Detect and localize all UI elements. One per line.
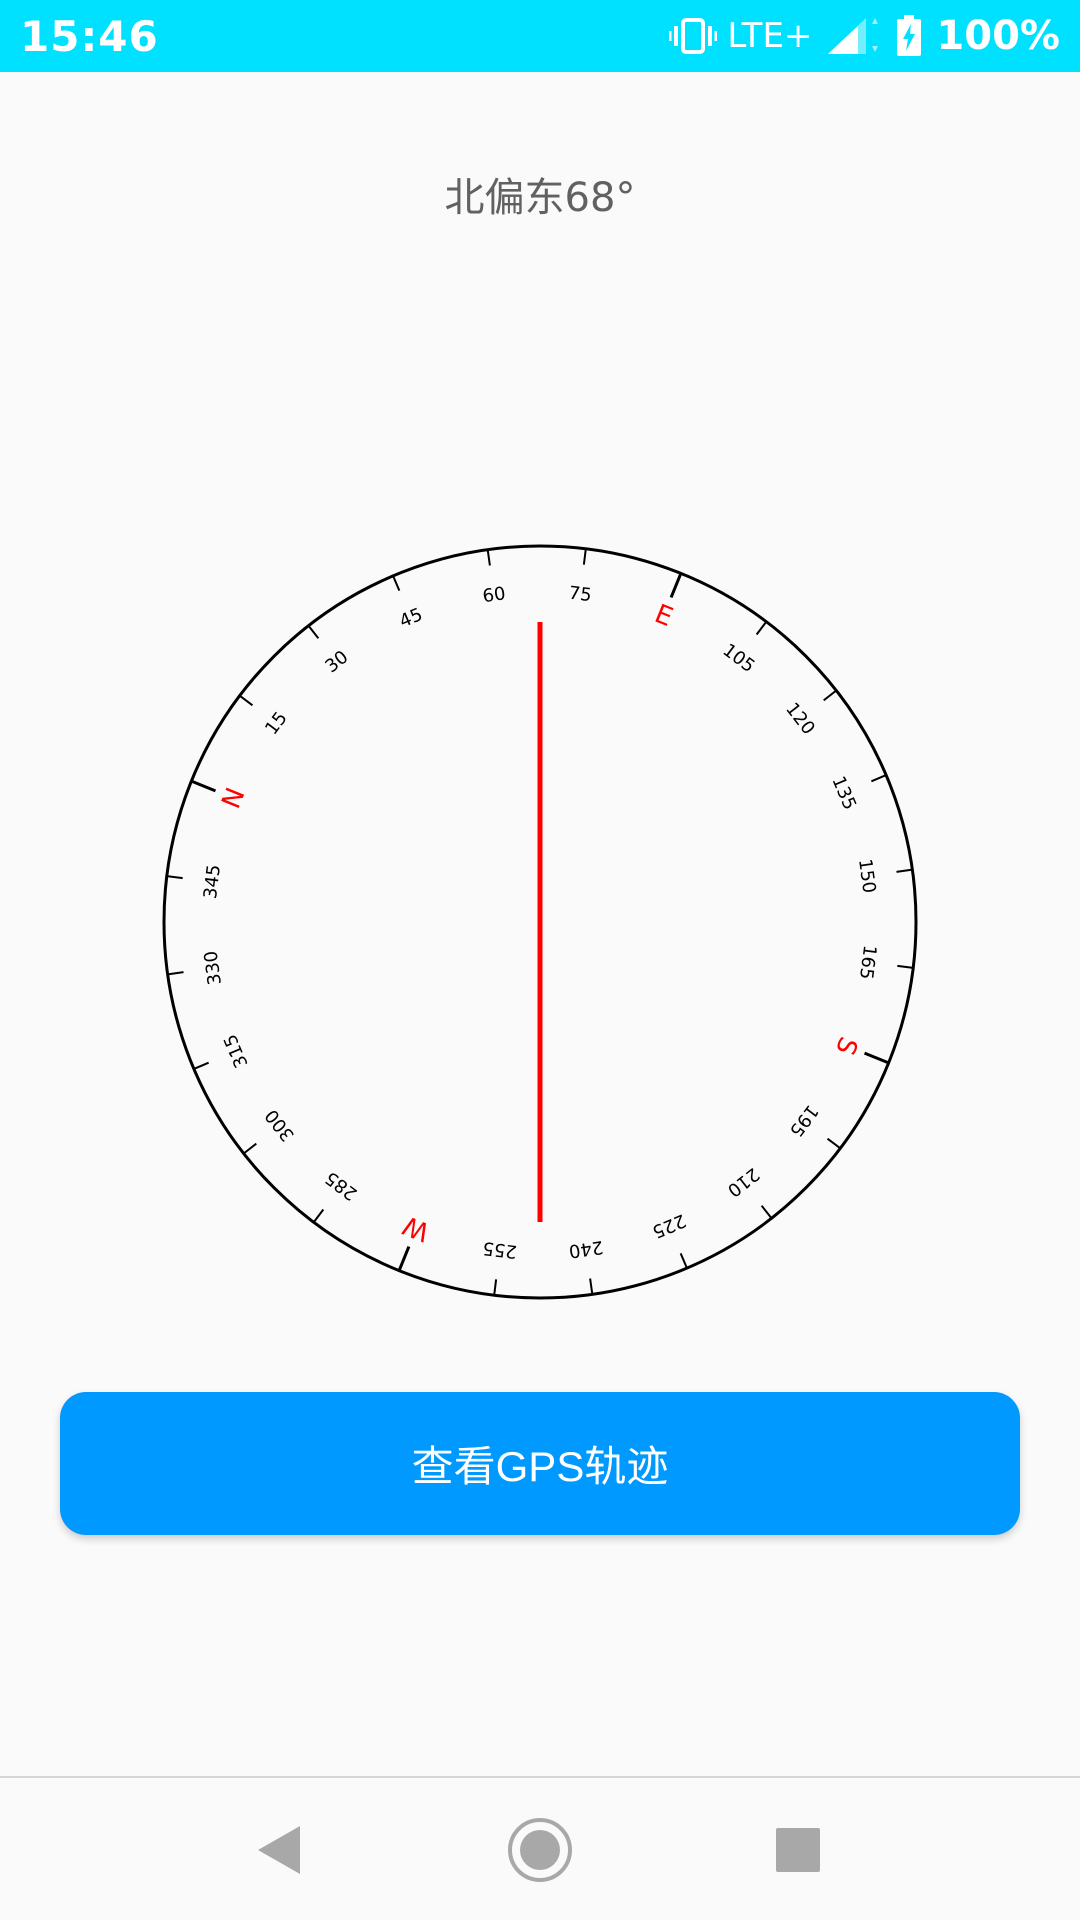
- compass-degree-label: 30: [321, 647, 352, 678]
- compass-degree-tick: [582, 548, 587, 565]
- compass-svg: N 15 30 45 60 75 E 105 120 135 150 165 S 195 210 225 240…: [162, 544, 918, 1300]
- compass-degree-tick: [823, 689, 837, 702]
- recents-icon: [776, 1828, 820, 1872]
- compass-degree-label: 300: [261, 1105, 299, 1145]
- compass-degree-tick: [589, 1278, 594, 1295]
- compass-cardinal-label: S: [829, 1032, 863, 1059]
- status-time: 15:46: [20, 11, 159, 61]
- compass-degree-tick: [312, 1208, 325, 1223]
- recents-button[interactable]: [748, 1800, 848, 1900]
- signal-icon: [826, 16, 882, 56]
- home-button[interactable]: [490, 1800, 590, 1900]
- compass-degree-tick: [870, 774, 887, 783]
- compass-cardinal-tick: [669, 572, 683, 599]
- back-button[interactable]: [230, 1800, 330, 1900]
- compass-degree-tick: [486, 549, 491, 566]
- compass-cardinal-tick: [863, 1051, 890, 1065]
- compass-cardinal-label: N: [216, 784, 251, 813]
- compass-degree-label: 225: [649, 1209, 689, 1242]
- compass-degree-tick: [307, 625, 320, 639]
- compass-degree-label: 60: [481, 583, 507, 607]
- view-gps-track-button[interactable]: 查看GPS轨迹: [60, 1392, 1020, 1535]
- compass-degree-label: 45: [396, 604, 425, 632]
- direction-heading: 北偏东68°: [444, 175, 636, 221]
- compass-degree-tick: [897, 964, 914, 969]
- compass-degree-label: 345: [200, 863, 225, 900]
- compass-dial: N 15 30 45 60 75 E 105 120 135 150 165 S 195 210 225 240…: [160, 542, 920, 1302]
- compass-degree-label: 315: [220, 1031, 253, 1071]
- compass-degree-tick: [239, 694, 254, 707]
- compass-cardinal-label: W: [399, 1209, 434, 1246]
- compass-degree-tick: [243, 1142, 257, 1155]
- compass-degree-label: 135: [827, 773, 860, 813]
- compass-degree-tick: [826, 1137, 841, 1150]
- compass-degree-label: 150: [854, 858, 880, 895]
- compass-degree-tick: [193, 1061, 210, 1070]
- compass-degree-tick: [392, 575, 401, 592]
- battery-charging-icon: [896, 15, 922, 57]
- compass-degree-label: 285: [321, 1167, 361, 1204]
- compass-cardinal-label: E: [650, 599, 676, 633]
- app-root: 15:46 LTE+ 100% 北偏东68° N 15 30 45 60 75 …: [0, 0, 1080, 1920]
- vibrate-icon: [669, 16, 718, 56]
- compass-degree-label: 15: [261, 708, 292, 739]
- compass-degree-label: 75: [568, 583, 593, 607]
- compass-degree-tick: [755, 621, 768, 636]
- compass-degree-tick: [896, 868, 913, 873]
- compass-cardinal-tick: [190, 779, 217, 793]
- back-icon: [258, 1826, 300, 1874]
- network-type: LTE+: [727, 16, 813, 56]
- compass-degree-tick: [166, 875, 183, 880]
- compass-degree-label: 105: [719, 640, 759, 677]
- compass-degree-label: 210: [723, 1163, 763, 1201]
- navigation-bar: [0, 1776, 1080, 1920]
- compass-degree-tick: [493, 1279, 498, 1296]
- compass-degree-tick: [167, 971, 184, 976]
- compass-degree-label: 240: [567, 1236, 604, 1262]
- status-bar: 15:46 LTE+ 100%: [0, 0, 1080, 72]
- compass-degree-tick: [760, 1205, 773, 1219]
- status-icons: LTE+ 100%: [669, 13, 1060, 59]
- compass-cardinal-tick: [397, 1245, 411, 1272]
- compass-degree-label: 330: [200, 949, 226, 986]
- compass-degree-tick: [679, 1252, 688, 1269]
- compass-degree-label: 165: [855, 944, 880, 981]
- compass-degree-label: 120: [781, 699, 819, 739]
- home-icon: [508, 1818, 572, 1882]
- battery-percent: 100%: [936, 13, 1060, 59]
- compass-degree-label: 195: [785, 1101, 822, 1141]
- compass-degree-label: 255: [481, 1237, 518, 1262]
